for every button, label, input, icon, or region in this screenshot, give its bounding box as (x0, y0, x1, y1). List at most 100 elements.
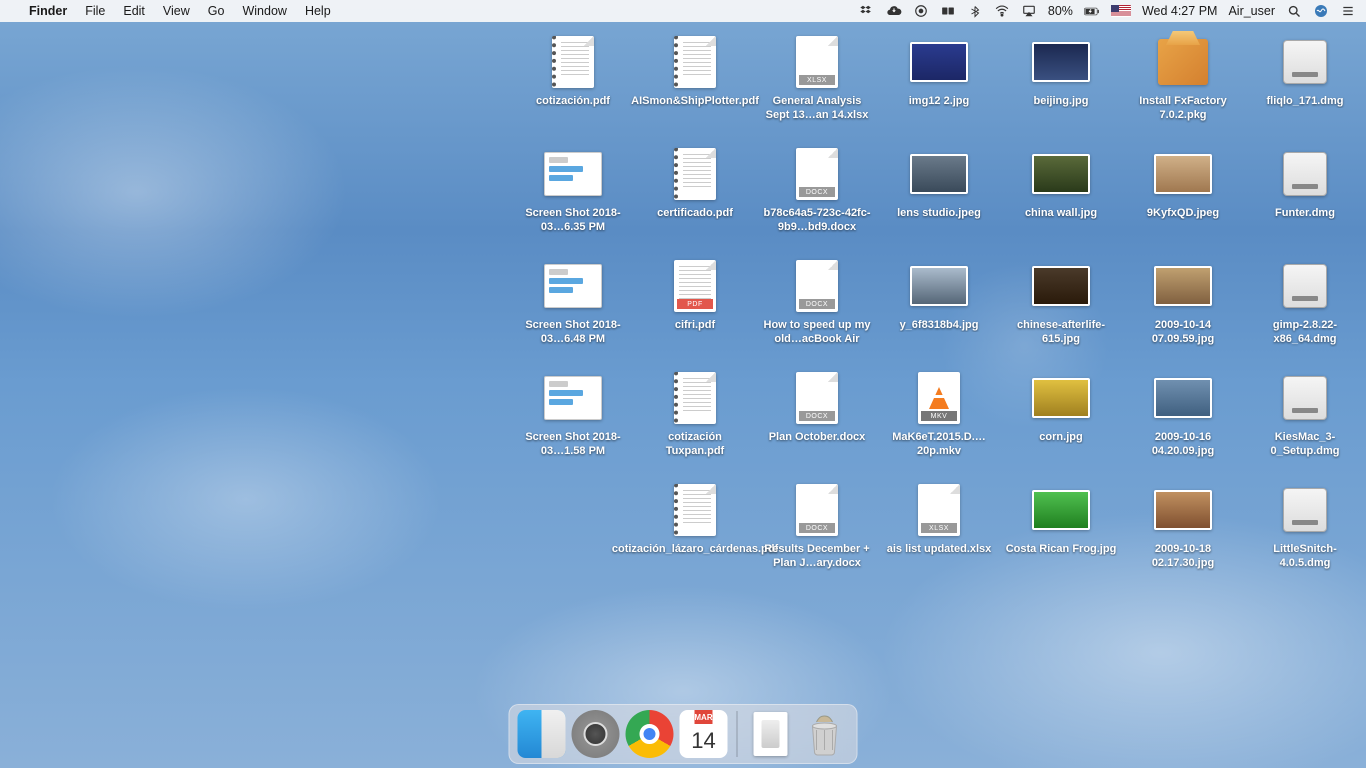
desktop-icon-grid: cotización.pdfAISmon&ShipPlotter.pdfXLSX… (512, 32, 1366, 592)
desktop-file[interactable]: cotización_lázaro_cárdenas.pdf (634, 480, 756, 592)
desktop-file[interactable]: Install FxFactory 7.0.2.pkg (1122, 32, 1244, 144)
desktop-file[interactable]: XLSXGeneral Analysis Sept 13…an 14.xlsx (756, 32, 878, 144)
desktop-file[interactable]: fliqlo_171.dmg (1244, 32, 1366, 144)
file-label: Plan October.docx (765, 430, 870, 444)
file-label: 2009-10-14 07.09.59.jpg (1122, 318, 1244, 347)
desktop-file[interactable]: LittleSnitch-4.0.5.dmg (1244, 480, 1366, 592)
menubar-right: 80% Wed 4:27 PM Air_user (859, 3, 1356, 19)
clock[interactable]: Wed 4:27 PM (1142, 4, 1218, 18)
dock-trash[interactable] (801, 710, 849, 758)
desktop-file[interactable]: gimp-2.8.22-x86_64.dmg (1244, 256, 1366, 368)
dock-chrome[interactable] (626, 710, 674, 758)
file-icon (1151, 482, 1215, 538)
dock-recent-dmg[interactable] (747, 710, 795, 758)
calendar-month: MAR (694, 710, 712, 724)
desktop-file[interactable]: img12 2.jpg (878, 32, 1000, 144)
desktop-file[interactable]: cotización Tuxpan.pdf (634, 368, 756, 480)
file-icon: DOCX (785, 482, 849, 538)
file-label: cotización Tuxpan.pdf (634, 430, 756, 459)
dock-launchpad[interactable] (572, 710, 620, 758)
desktop-file[interactable]: china wall.jpg (1000, 144, 1122, 256)
desktop-file[interactable]: MKVMaK6eT.2015.D.…20p.mkv (878, 368, 1000, 480)
desktop-file[interactable]: Screen Shot 2018-03…6.35 PM (512, 144, 634, 256)
desktop-file[interactable]: DOCXPlan October.docx (756, 368, 878, 480)
file-label: Screen Shot 2018-03…6.35 PM (512, 206, 634, 235)
file-icon (1029, 482, 1093, 538)
desktop-file[interactable]: 2009-10-18 02.17.30.jpg (1122, 480, 1244, 592)
file-label: AISmon&ShipPlotter.pdf (627, 94, 763, 108)
desktop-file[interactable]: 9KyfxQD.jpeg (1122, 144, 1244, 256)
cloud-icon[interactable] (886, 3, 902, 19)
spotlight-icon[interactable] (1286, 3, 1302, 19)
menubar: Finder File Edit View Go Window Help 80%… (0, 0, 1366, 22)
bluetooth-icon[interactable] (967, 3, 983, 19)
menu-window[interactable]: Window (233, 4, 295, 18)
file-icon (907, 258, 971, 314)
desktop-file[interactable]: XLSX ais list updated.xlsx (878, 480, 1000, 592)
desktop-file[interactable]: chinese-afterlife-615.jpg (1000, 256, 1122, 368)
file-icon (1151, 146, 1215, 202)
file-icon (663, 34, 727, 90)
user-menu[interactable]: Air_user (1228, 4, 1275, 18)
file-label: y_6f8318b4.jpg (896, 318, 983, 332)
input-flag-icon[interactable] (1111, 5, 1131, 17)
menu-edit[interactable]: Edit (114, 4, 154, 18)
battery-icon[interactable] (1084, 3, 1100, 19)
desktop-file[interactable]: corn.jpg (1000, 368, 1122, 480)
desktop-file[interactable]: AISmon&ShipPlotter.pdf (634, 32, 756, 144)
desktop-file[interactable]: cotización.pdf (512, 32, 634, 144)
file-label: 2009-10-16 04.20.09.jpg (1122, 430, 1244, 459)
desktop[interactable]: cotización.pdfAISmon&ShipPlotter.pdfXLSX… (0, 22, 1366, 768)
siri-icon[interactable] (1313, 3, 1329, 19)
file-icon: DOCX (785, 258, 849, 314)
file-label: Costa Rican Frog.jpg (1002, 542, 1121, 556)
app-menu[interactable]: Finder (20, 4, 76, 18)
menu-file[interactable]: File (76, 4, 114, 18)
menu-go[interactable]: Go (199, 4, 234, 18)
file-label: certificado.pdf (653, 206, 737, 220)
calendar-day: 14 (691, 724, 715, 758)
file-icon (1029, 370, 1093, 426)
file-icon: MKV (907, 370, 971, 426)
file-icon (1151, 370, 1215, 426)
desktop-file[interactable]: DOCXb78c64a5-723c-42fc-9b9…bd9.docx (756, 144, 878, 256)
file-icon (1029, 34, 1093, 90)
file-label: b78c64a5-723c-42fc-9b9…bd9.docx (756, 206, 878, 235)
file-icon (541, 34, 605, 90)
desktop-file[interactable]: DOCXResults December + Plan J…ary.docx (756, 480, 878, 592)
file-label: corn.jpg (1035, 430, 1086, 444)
desktop-file[interactable]: y_6f8318b4.jpg (878, 256, 1000, 368)
desktop-file[interactable]: Costa Rican Frog.jpg (1000, 480, 1122, 592)
menu-view[interactable]: View (154, 4, 199, 18)
desktop-file[interactable]: 2009-10-16 04.20.09.jpg (1122, 368, 1244, 480)
file-icon (1273, 482, 1337, 538)
desktop-file[interactable]: Funter.dmg (1244, 144, 1366, 256)
disk-icon[interactable] (940, 3, 956, 19)
desktop-file[interactable]: KiesMac_3-0_Setup.dmg (1244, 368, 1366, 480)
dock-finder[interactable] (518, 710, 566, 758)
dropbox-icon[interactable] (859, 3, 875, 19)
file-icon (1151, 34, 1215, 90)
file-label: ais list updated.xlsx (883, 542, 996, 556)
file-icon (663, 146, 727, 202)
file-icon: XLSX (907, 482, 971, 538)
desktop-file[interactable]: Screen Shot 2018-03…1.58 PM (512, 368, 634, 480)
notification-center-icon[interactable] (1340, 3, 1356, 19)
wifi-icon[interactable] (994, 3, 1010, 19)
desktop-file[interactable]: beijing.jpg (1000, 32, 1122, 144)
record-icon[interactable] (913, 3, 929, 19)
desktop-file[interactable]: lens studio.jpeg (878, 144, 1000, 256)
desktop-file[interactable]: DOCXHow to speed up my old…acBook Air (756, 256, 878, 368)
menu-help[interactable]: Help (296, 4, 340, 18)
dock-calendar[interactable]: MAR 14 (680, 710, 728, 758)
desktop-file[interactable]: 2009-10-14 07.09.59.jpg (1122, 256, 1244, 368)
dock-separator (737, 711, 738, 757)
desktop-file[interactable]: PDFcifri.pdf (634, 256, 756, 368)
file-icon (907, 146, 971, 202)
airplay-icon[interactable] (1021, 3, 1037, 19)
file-icon (1273, 34, 1337, 90)
desktop-file[interactable]: Screen Shot 2018-03…6.48 PM (512, 256, 634, 368)
battery-percent[interactable]: 80% (1048, 4, 1073, 18)
file-label: img12 2.jpg (905, 94, 974, 108)
desktop-file[interactable]: certificado.pdf (634, 144, 756, 256)
